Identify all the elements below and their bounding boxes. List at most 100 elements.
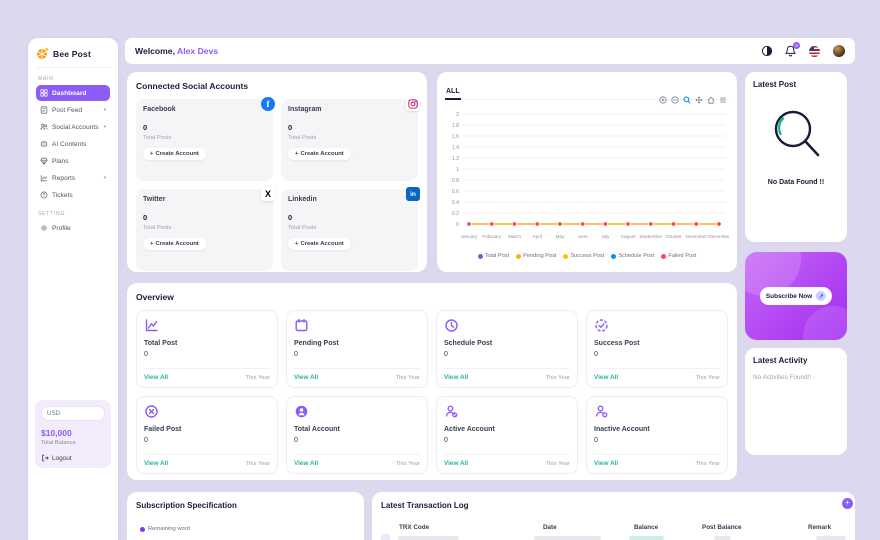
- latest-transaction-log-card: Latest Transaction Log TRX Code Date Bal…: [372, 492, 855, 540]
- legend-item[interactable]: Pending Post: [516, 253, 556, 259]
- add-transaction-button[interactable]: +: [842, 498, 853, 509]
- chart-ytick-label: 1.4: [452, 145, 459, 151]
- legend-item[interactable]: Schedule Post: [611, 253, 654, 259]
- chart-ytick-label: 0.6: [452, 189, 459, 195]
- dark-mode-toggle[interactable]: [760, 45, 773, 58]
- sidebar-item-label: Tickets: [52, 192, 106, 199]
- copy-icon[interactable]: [381, 534, 390, 540]
- sidebar-item-social-accounts[interactable]: Social Accounts ▾: [36, 119, 110, 135]
- sidebar-section-setting: SETTING: [38, 211, 110, 217]
- chart-ytick-label: 0.4: [452, 200, 459, 206]
- section-title: Subscription Specification: [136, 501, 355, 510]
- us-flag-icon: [809, 46, 820, 57]
- selection-zoom-icon[interactable]: [683, 96, 691, 104]
- total-posts-label: Total Posts: [288, 135, 411, 141]
- subscribe-banner: Subscribe Now ↗: [745, 252, 847, 340]
- legend-dot: [140, 527, 145, 532]
- chart-marker[interactable]: [558, 222, 562, 226]
- create-account-button[interactable]: +Create Account: [288, 238, 351, 250]
- chart-marker[interactable]: [671, 222, 675, 226]
- transaction-table-header: TRX Code Date Balance Post Balance Remar…: [381, 524, 846, 534]
- chart-marker[interactable]: [603, 222, 607, 226]
- view-all-link[interactable]: View All: [294, 374, 318, 381]
- legend-label: Schedule Post: [618, 253, 654, 259]
- logo-text: Bee Post: [53, 49, 91, 59]
- view-all-link[interactable]: View All: [594, 374, 618, 381]
- linkedin-icon: in: [406, 187, 420, 201]
- chart-ytick-label: 0: [456, 222, 459, 228]
- spec-legend-item[interactable]: Remaining word: [140, 526, 355, 532]
- subscribe-now-button[interactable]: Subscribe Now ↗: [760, 287, 832, 305]
- notifications-button[interactable]: 0: [784, 45, 797, 58]
- create-account-button[interactable]: +Create Account: [143, 238, 206, 250]
- period-label: This Year: [545, 461, 570, 467]
- sidebar-item-ai-contents[interactable]: AI Contents: [36, 136, 110, 152]
- total-posts-label: Total Posts: [143, 225, 266, 231]
- view-all-link[interactable]: View All: [144, 374, 168, 381]
- pan-icon[interactable]: [695, 96, 703, 104]
- profile-menu-button[interactable]: [832, 45, 845, 58]
- user-x-icon: [594, 404, 609, 419]
- sidebar-item-tickets[interactable]: Tickets: [36, 187, 110, 203]
- social-accounts-icon: [40, 123, 48, 131]
- currency-select[interactable]: USD: [41, 406, 105, 421]
- column-header: Balance: [634, 524, 658, 531]
- remark-placeholder: [816, 536, 846, 540]
- plus-icon: +: [295, 151, 298, 157]
- zoom-in-icon[interactable]: [659, 96, 667, 104]
- chart-range-tab-all[interactable]: ALL: [445, 88, 461, 100]
- sidebar-item-plans[interactable]: Plans: [36, 153, 110, 169]
- reports-icon: [40, 174, 48, 182]
- user-check-icon: [444, 404, 459, 419]
- view-all-link[interactable]: View All: [144, 460, 168, 467]
- create-account-label: Create Account: [300, 241, 343, 247]
- chart-marker[interactable]: [467, 222, 471, 226]
- ai-contents-icon: [40, 140, 48, 148]
- chart-marker[interactable]: [580, 222, 584, 226]
- chart-marker[interactable]: [694, 222, 698, 226]
- platform-name: Instagram: [288, 106, 411, 113]
- legend-label: Remaining word: [148, 526, 190, 532]
- total-balance-value: $10,000: [41, 428, 105, 438]
- period-label: This Year: [545, 375, 570, 381]
- overview-card: Overview Total Post 0 View AllThis Year …: [127, 283, 737, 480]
- chart-xtick-label: July: [601, 234, 610, 239]
- sidebar-item-profile[interactable]: Profile: [36, 220, 110, 236]
- legend-item[interactable]: Total Post: [478, 253, 510, 259]
- overview-card-success-post: Success Post 0 View AllThis Year: [586, 310, 728, 388]
- sidebar-item-dashboard[interactable]: Dashboard: [36, 85, 110, 101]
- view-all-link[interactable]: View All: [444, 374, 468, 381]
- sidebar-item-reports[interactable]: Reports ▾: [36, 170, 110, 186]
- view-all-link[interactable]: View All: [594, 460, 618, 467]
- sidebar-item-post-feed[interactable]: Post Feed ▾: [36, 102, 110, 118]
- create-account-button[interactable]: +Create Account: [288, 148, 351, 160]
- menu-icon[interactable]: [719, 96, 727, 104]
- social-card-facebook: Facebook f 0 Total Posts +Create Account: [136, 99, 273, 181]
- platform-name: Linkedin: [288, 196, 411, 203]
- chart-marker[interactable]: [649, 222, 653, 226]
- logout-button[interactable]: Logout: [41, 454, 105, 462]
- chart-marker[interactable]: [512, 222, 516, 226]
- section-title: Connected Social Accounts: [136, 81, 418, 91]
- stat-value: 0: [294, 437, 420, 444]
- legend-item[interactable]: Success Post: [563, 253, 604, 259]
- chart-marker[interactable]: [626, 222, 630, 226]
- language-selector[interactable]: [808, 45, 821, 58]
- view-all-link[interactable]: View All: [444, 460, 468, 467]
- legend-item[interactable]: Failed Post: [661, 253, 696, 259]
- chart-marker[interactable]: [535, 222, 539, 226]
- create-account-button[interactable]: +Create Account: [143, 148, 206, 160]
- overview-card-failed-post: Failed Post 0 View AllThis Year: [136, 396, 278, 474]
- avatar: [833, 45, 845, 57]
- home-reset-icon[interactable]: [707, 96, 715, 104]
- legend-dot: [516, 254, 521, 259]
- chart-marker[interactable]: [717, 222, 721, 226]
- stat-label: Inactive Account: [594, 426, 720, 433]
- view-all-link[interactable]: View All: [294, 460, 318, 467]
- chart-xtick-label: January: [461, 234, 478, 239]
- section-title: Overview: [136, 292, 728, 302]
- chart-marker[interactable]: [490, 222, 494, 226]
- check-circle-icon: [594, 318, 609, 333]
- zoom-out-icon[interactable]: [671, 96, 679, 104]
- sidebar: Bee Post MAIN Dashboard Post Feed ▾ Soci…: [28, 38, 118, 540]
